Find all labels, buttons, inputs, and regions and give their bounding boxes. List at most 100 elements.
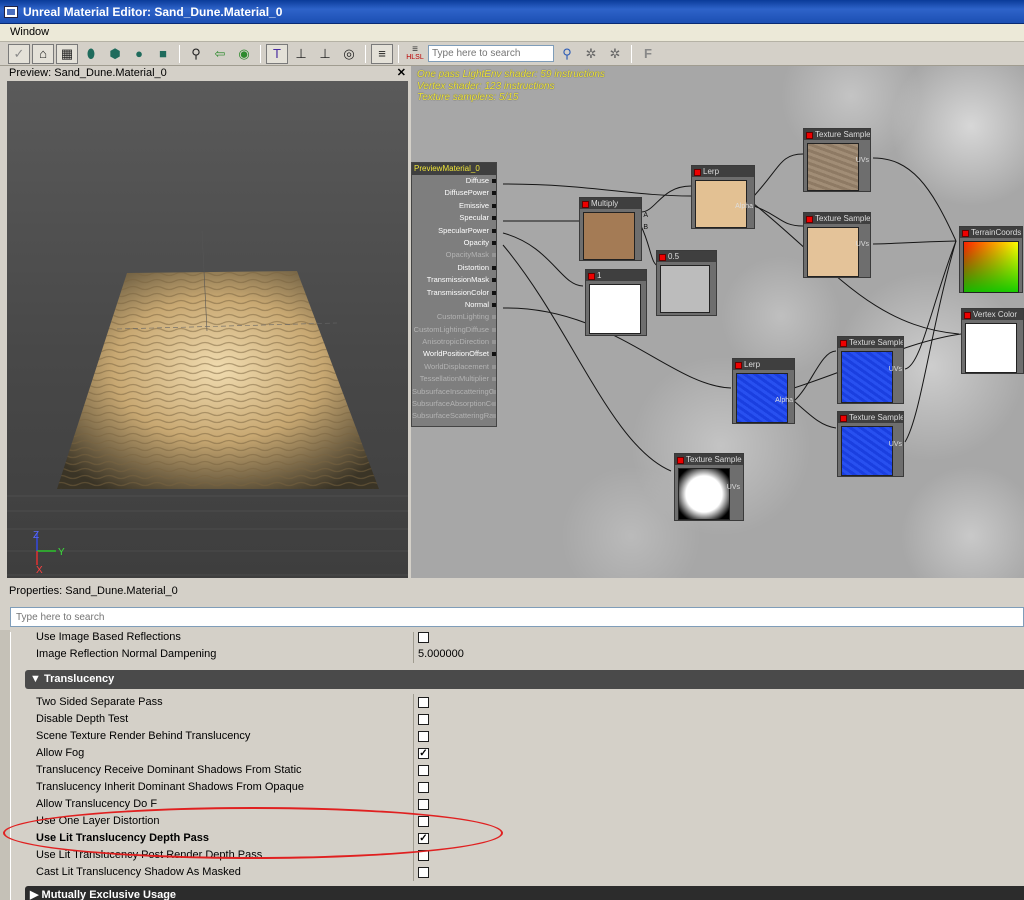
collapse-icon[interactable]: ✲ xyxy=(604,44,626,64)
input-pin[interactable] xyxy=(492,414,496,419)
realtime-icon[interactable]: T xyxy=(266,43,288,64)
flag-icon[interactable]: ◉ xyxy=(233,44,255,64)
input-pin[interactable] xyxy=(492,340,496,345)
material-input[interactable]: TessellationMultiplier xyxy=(412,373,496,385)
input-pin[interactable] xyxy=(492,315,496,320)
plane-icon[interactable]: ■ xyxy=(152,44,174,64)
texture-sample-node[interactable]: Texture Sample UVs xyxy=(837,336,904,404)
material-input[interactable]: Distortion xyxy=(412,262,496,274)
material-input[interactable]: Specular xyxy=(412,212,496,224)
magnifier-icon[interactable]: ⚲ xyxy=(185,44,207,64)
material-input[interactable]: Emissive xyxy=(412,200,496,212)
pin-label-a: A xyxy=(643,212,648,219)
input-pin[interactable] xyxy=(492,228,496,233)
input-pin[interactable] xyxy=(492,203,496,208)
property-checkbox[interactable] xyxy=(418,816,429,827)
material-input[interactable]: OpacityMask xyxy=(412,249,496,261)
input-pin[interactable] xyxy=(492,327,496,332)
property-checkbox[interactable] xyxy=(418,850,429,861)
property-checkbox[interactable]: ✓ xyxy=(418,748,429,759)
input-pin[interactable] xyxy=(492,278,496,283)
input-pin[interactable] xyxy=(492,253,496,258)
close-icon[interactable]: ✕ xyxy=(397,66,406,80)
material-input[interactable]: WorldPositionOffset xyxy=(412,348,496,360)
cylinder-icon[interactable]: ⬮ xyxy=(80,44,102,64)
pin-label-uvs: UVs xyxy=(855,157,869,164)
input-pin[interactable] xyxy=(492,302,496,307)
material-input[interactable]: SubsurfaceScatteringRadius xyxy=(412,410,496,422)
material-input[interactable]: SpecularPower xyxy=(412,225,496,237)
constant-node-0-5[interactable]: 0.5 xyxy=(656,250,717,316)
property-checkbox[interactable]: ✓ xyxy=(418,833,429,844)
category-mutually-exclusive-usage[interactable]: ▶ Mutually Exclusive Usage xyxy=(25,886,1024,900)
sphere-icon[interactable]: ● xyxy=(128,44,150,64)
material-input[interactable]: TransmissionColor xyxy=(412,287,496,299)
property-checkbox[interactable] xyxy=(418,799,429,810)
property-checkbox[interactable] xyxy=(418,697,429,708)
property-value-field[interactable]: 5.000000 xyxy=(414,646,1024,663)
terrain-coords-node[interactable]: TerrainCoords xyxy=(959,226,1023,293)
material-input[interactable]: TransmissionMask xyxy=(412,274,496,286)
vertex-color-node[interactable]: Vertex Color xyxy=(961,308,1024,374)
hlsl-icon[interactable]: ≡ HLSL xyxy=(404,44,426,64)
lerp-node[interactable]: Lerp Alpha xyxy=(691,165,755,229)
node-title: 0.5 xyxy=(657,251,716,262)
material-input[interactable]: Opacity xyxy=(412,237,496,249)
menu-window[interactable]: Window xyxy=(10,26,49,38)
app-icon xyxy=(4,5,18,18)
input-pin[interactable] xyxy=(492,402,496,407)
material-input[interactable]: CustomLighting xyxy=(412,311,496,323)
material-node[interactable]: PreviewMaterial_0 Diffuse DiffusePower Emi… xyxy=(411,162,497,427)
material-input[interactable]: CustomLightingDiffuse xyxy=(412,324,496,336)
property-checkbox[interactable] xyxy=(418,632,429,643)
material-input[interactable]: SubsurfaceInscatteringColor xyxy=(412,386,496,398)
arrow-left-icon[interactable]: ⇦ xyxy=(209,44,231,64)
lerp-node[interactable]: Lerp Alpha xyxy=(732,358,795,424)
input-pin[interactable] xyxy=(492,216,496,221)
material-input[interactable]: Diffuse xyxy=(412,175,496,187)
font-icon[interactable]: F xyxy=(637,44,659,64)
list-icon[interactable]: ≡ xyxy=(371,43,393,64)
property-checkbox[interactable] xyxy=(418,782,429,793)
check-icon[interactable]: ✓ xyxy=(8,43,30,64)
texture-sample-node[interactable]: Texture Sample UVs xyxy=(674,453,744,521)
constant-node-1[interactable]: 1 xyxy=(585,269,647,336)
material-input[interactable]: SubsurfaceAbsorptionColor xyxy=(412,398,496,410)
eye-icon[interactable]: ◎ xyxy=(338,44,360,64)
home-icon[interactable]: ⌂ xyxy=(32,43,54,64)
input-pin[interactable] xyxy=(492,389,496,394)
property-checkbox[interactable] xyxy=(418,765,429,776)
toolbar-search-input[interactable] xyxy=(428,45,554,62)
input-pin[interactable] xyxy=(492,191,496,196)
input-pin[interactable] xyxy=(492,179,496,183)
material-input[interactable]: Normal xyxy=(412,299,496,311)
category-translucency[interactable]: ▼ Translucency xyxy=(25,670,1024,689)
material-graph-canvas[interactable]: One pass LightEnv shader: 59 instruction… xyxy=(411,66,1024,578)
preview-viewport[interactable]: Z Y X xyxy=(7,81,408,578)
input-pin[interactable] xyxy=(492,352,496,357)
pin-up-icon[interactable]: ⊥ xyxy=(314,44,336,64)
input-pin[interactable] xyxy=(492,265,496,270)
input-pin[interactable] xyxy=(492,377,496,382)
material-input[interactable]: WorldDisplacement xyxy=(412,361,496,373)
input-pin[interactable] xyxy=(492,364,496,369)
property-checkbox[interactable] xyxy=(418,867,429,878)
texture-sample-node[interactable]: Texture Sample UVs xyxy=(803,212,871,278)
input-pin[interactable] xyxy=(492,240,496,245)
node-title: Multiply xyxy=(580,198,641,209)
multiply-node[interactable]: Multiply A B xyxy=(579,197,648,261)
material-input[interactable]: AnisotropicDirection xyxy=(412,336,496,348)
material-input[interactable]: DiffusePower xyxy=(412,187,496,199)
grid-icon[interactable]: ▦ xyxy=(56,43,78,64)
property-checkbox[interactable] xyxy=(418,714,429,725)
input-pin[interactable] xyxy=(492,290,496,295)
texture-sample-node[interactable]: Texture Sample UVs xyxy=(803,128,871,192)
toolbar-separator xyxy=(398,44,399,63)
search-go-icon[interactable]: ⚲ xyxy=(556,44,578,64)
pin-down-icon[interactable]: ⊥ xyxy=(290,44,312,64)
cube-icon[interactable]: ⬢ xyxy=(104,44,126,64)
properties-search-input[interactable] xyxy=(10,607,1024,627)
property-checkbox[interactable] xyxy=(418,731,429,742)
expand-icon[interactable]: ✲ xyxy=(580,44,602,64)
texture-sample-node[interactable]: Texture Sample UVs xyxy=(837,411,904,477)
